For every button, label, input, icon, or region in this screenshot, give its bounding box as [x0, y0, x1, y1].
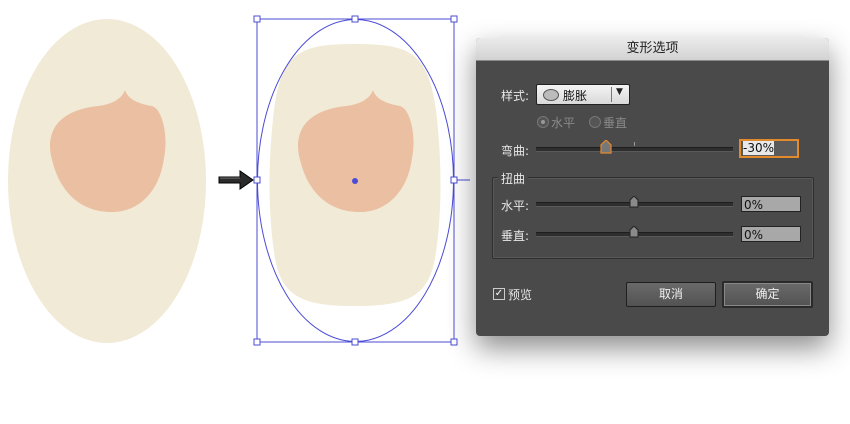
handle-right[interactable]: [450, 176, 458, 184]
arrow-right-icon: [218, 170, 254, 190]
vertical-radio-label: 垂直: [603, 116, 628, 130]
bend-value-input[interactable]: -30%: [739, 139, 799, 158]
handle-bottom-right[interactable]: [450, 338, 458, 346]
handle-top[interactable]: [351, 15, 359, 23]
artboard-canvas[interactable]: [0, 0, 470, 424]
dialog-title[interactable]: 变形选项: [476, 38, 829, 61]
horizontal-radio[interactable]: [537, 116, 549, 128]
chevron-down-icon: ▼: [616, 87, 623, 97]
preview-label: 预览: [508, 288, 533, 302]
distortion-group: [492, 177, 814, 259]
bend-label: 弯曲:: [501, 144, 530, 158]
distort-vertical-input[interactable]: 0%: [741, 226, 801, 242]
bend-slider-center-tick: [634, 142, 635, 146]
bend-value: -30%: [743, 141, 775, 155]
checkmark-icon: ✓: [494, 288, 504, 299]
handle-left[interactable]: [253, 176, 261, 184]
center-point: [352, 178, 358, 184]
original-shape: [8, 19, 206, 343]
distort-horizontal-label: 水平:: [501, 199, 530, 213]
dropdown-separator: [611, 87, 612, 102]
handle-bottom-left[interactable]: [253, 338, 261, 346]
ok-button[interactable]: 确定: [722, 281, 813, 308]
distortion-group-title: 扭曲: [498, 170, 529, 187]
bend-slider-track[interactable]: [536, 147, 733, 152]
inflate-style-icon: [543, 89, 559, 101]
handle-top-left[interactable]: [253, 15, 261, 23]
preview-checkbox[interactable]: ✓: [493, 288, 505, 300]
style-label: 样式:: [501, 89, 530, 103]
style-value: 膨胀: [563, 89, 588, 103]
warp-options-dialog: 变形选项 样式: 膨胀 ▼ 水平 垂直 弯曲: -30% 扭曲 水平: 0% 垂…: [476, 38, 829, 336]
vertical-radio[interactable]: [589, 116, 601, 128]
horizontal-radio-label: 水平: [551, 116, 576, 130]
distort-vertical-thumb[interactable]: [629, 226, 639, 238]
bend-slider-thumb[interactable]: [600, 140, 612, 154]
distort-horizontal-thumb[interactable]: [629, 196, 639, 208]
cancel-button[interactable]: 取消: [626, 282, 716, 307]
warped-shape: [269, 44, 441, 306]
distort-horizontal-input[interactable]: 0%: [741, 196, 801, 212]
distort-vertical-label: 垂直:: [501, 229, 530, 243]
handle-bottom[interactable]: [351, 338, 359, 346]
handle-top-right[interactable]: [450, 15, 458, 23]
style-dropdown[interactable]: 膨胀 ▼: [536, 84, 630, 105]
